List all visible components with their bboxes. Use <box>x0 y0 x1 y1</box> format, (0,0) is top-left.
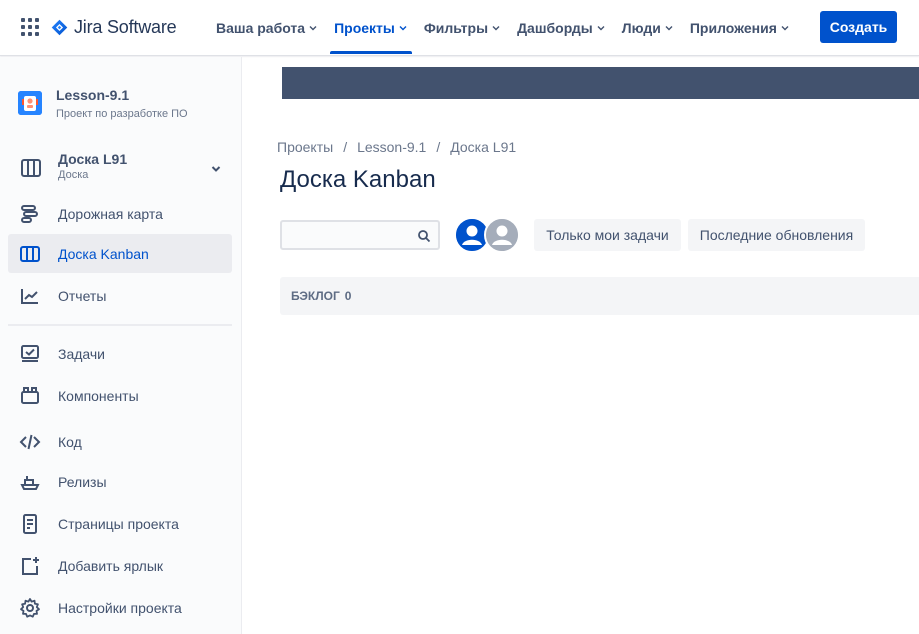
board-switcher[interactable]: Доска L91 Доска <box>8 151 232 191</box>
sidebar-divider <box>8 324 232 326</box>
sidebar-item-components[interactable]: Компоненты <box>8 376 232 415</box>
project-header[interactable]: Lesson-9.1 Проект по разработке ПО <box>18 87 188 120</box>
sidebar-item-label: Код <box>58 433 82 450</box>
primary-nav: Ваша работа Проекты Фильтры Дашборды Люд… <box>208 0 798 56</box>
user-icon <box>486 219 518 251</box>
components-icon <box>21 386 39 404</box>
top-banner <box>282 67 919 99</box>
nav-apps[interactable]: Приложения <box>682 0 798 56</box>
reports-icon <box>21 288 38 304</box>
nav-label: Люди <box>621 20 661 36</box>
sidebar-item-label: Настройки проекта <box>58 599 182 616</box>
releases-icon <box>20 475 40 490</box>
sidebar-item-label: Доска Kanban <box>58 245 149 262</box>
nav-projects[interactable]: Проекты <box>326 0 416 56</box>
nav-label: Дашборды <box>517 20 593 36</box>
nav-label: Фильтры <box>423 20 489 36</box>
breadcrumb-separator: / <box>343 139 348 155</box>
roadmap-icon <box>21 204 38 223</box>
nav-people[interactable]: Люди <box>614 0 682 56</box>
top-navigation: Jira Software Ваша работа Проекты Фильтр… <box>0 0 919 56</box>
chevron-down-icon <box>211 166 221 172</box>
sidebar-item-code[interactable]: Код <box>8 422 232 461</box>
sidebar-item-label: Отчеты <box>58 287 107 304</box>
sidebar-item-label: Дорожная карта <box>58 205 163 222</box>
breadcrumb: Проекты / Lesson-9.1 / Доска L91 <box>277 139 516 155</box>
sidebar-item-label: Компоненты <box>58 387 139 404</box>
sidebar-item-label: Добавить ярлык <box>58 557 164 574</box>
sidebar-item-project-pages[interactable]: Страницы проекта <box>8 504 232 543</box>
chevron-down-icon <box>309 26 317 31</box>
column-name: БЭКЛОГ <box>291 289 340 303</box>
chevron-down-icon <box>597 26 605 31</box>
code-icon <box>19 434 41 449</box>
create-button[interactable]: Создать <box>820 11 897 43</box>
breadcrumb-projects[interactable]: Проекты <box>277 139 333 155</box>
sidebar-item-add-shortcut[interactable]: Добавить ярлык <box>8 546 232 585</box>
issues-icon <box>21 344 39 362</box>
nav-label: Ваша работа <box>216 20 306 36</box>
search-box <box>280 220 440 250</box>
chevron-down-icon <box>781 26 789 31</box>
board-icon <box>20 245 40 262</box>
nav-dashboards[interactable]: Дашборды <box>509 0 614 56</box>
add-shortcut-icon <box>22 556 39 575</box>
sidebar-item-reports[interactable]: Отчеты <box>8 276 232 315</box>
sidebar-item-releases[interactable]: Релизы <box>8 462 232 501</box>
project-avatar-icon <box>18 91 42 115</box>
filter-only-my-issues[interactable]: Только мои задачи <box>534 219 681 251</box>
sidebar-item-label: Страницы проекта <box>58 515 179 532</box>
project-avatar <box>18 91 42 115</box>
breadcrumb-separator: / <box>436 139 441 155</box>
sidebar-item-label: Релизы <box>58 473 107 490</box>
chevron-down-icon <box>665 26 673 31</box>
column-header-backlog: БЭКЛОГ 0 <box>280 277 919 315</box>
chevron-down-icon <box>492 26 500 31</box>
page-icon <box>23 513 37 534</box>
nav-label: Проекты <box>334 20 395 36</box>
page-title: Доска Kanban <box>280 166 436 193</box>
breadcrumb-project[interactable]: Lesson-9.1 <box>357 139 426 155</box>
sidebar-item-kanban-board[interactable]: Доска Kanban <box>8 234 232 273</box>
chevron-down-icon <box>399 26 407 31</box>
app-switcher-icon[interactable] <box>21 18 39 36</box>
search-icon <box>418 230 431 243</box>
unassigned-avatar[interactable] <box>484 217 520 253</box>
jira-logo[interactable]: Jira Software <box>51 15 177 39</box>
nav-label: Приложения <box>689 20 777 36</box>
board-title: Доска L91 <box>58 151 128 167</box>
search-input[interactable] <box>282 222 412 248</box>
sidebar-item-issues[interactable]: Задачи <box>8 334 232 373</box>
settings-icon <box>20 597 40 618</box>
nav-your-work[interactable]: Ваша работа <box>208 0 326 56</box>
project-name: Lesson-9.1 <box>56 87 130 103</box>
project-sidebar: Lesson-9.1 Проект по разработке ПО Доска… <box>0 57 242 634</box>
sidebar-item-label: Задачи <box>58 345 106 362</box>
board-icon <box>21 159 41 177</box>
nav-filters[interactable]: Фильтры <box>416 0 509 56</box>
sidebar-item-project-settings[interactable]: Настройки проекта <box>8 588 232 627</box>
logo-text: Jira Software <box>74 16 177 37</box>
project-type: Проект по разработке ПО <box>56 108 188 120</box>
board-subtitle: Доска <box>58 169 89 181</box>
sidebar-item-roadmap[interactable]: Дорожная карта <box>8 194 232 233</box>
jira-logo-icon <box>51 19 68 35</box>
breadcrumb-board[interactable]: Доска L91 <box>450 139 516 155</box>
filter-recently-updated[interactable]: Последние обновления <box>688 219 865 251</box>
column-count: 0 <box>344 289 352 303</box>
